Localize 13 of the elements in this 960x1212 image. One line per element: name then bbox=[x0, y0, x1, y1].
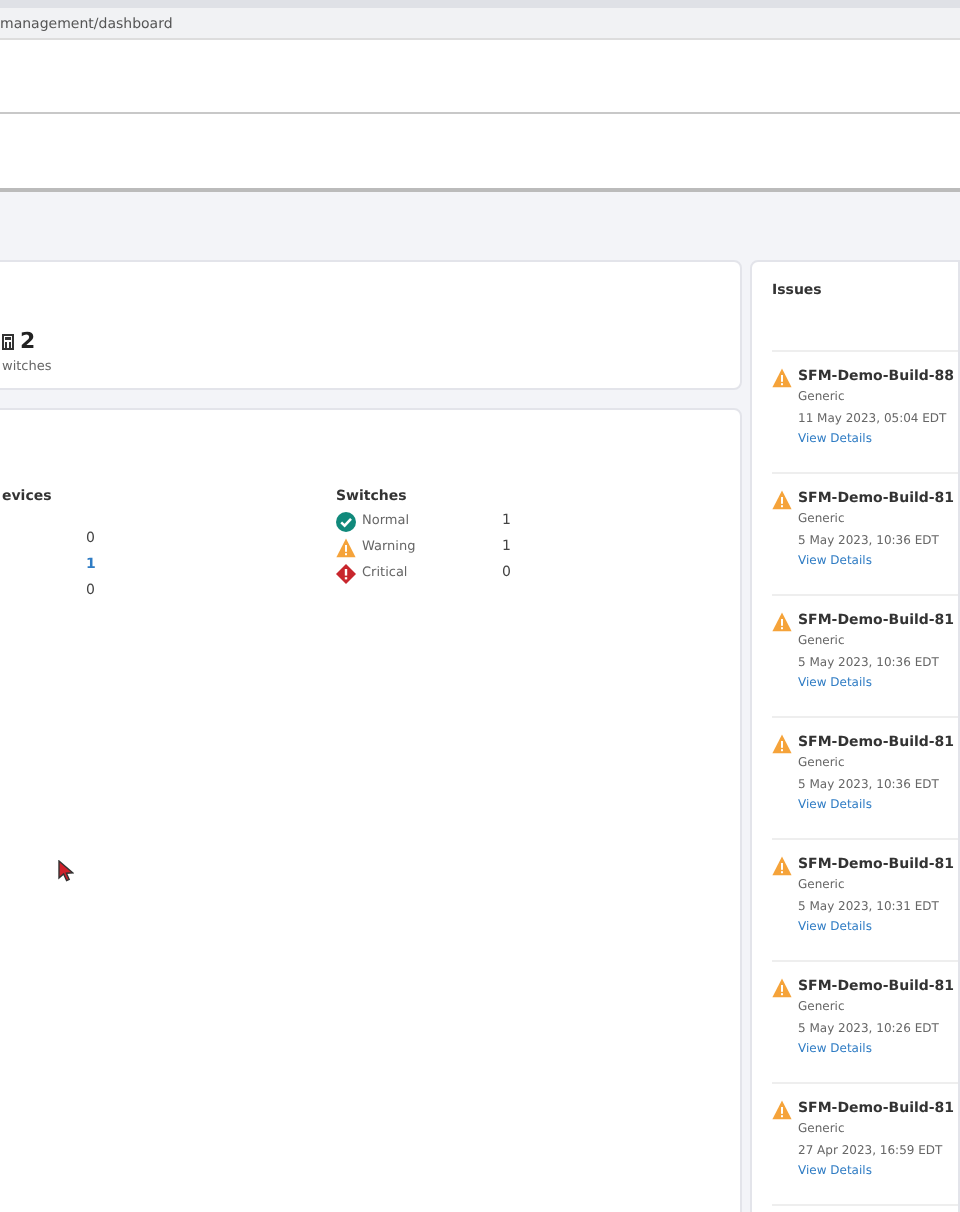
warning-icon bbox=[336, 538, 356, 558]
switch-count: 2 bbox=[20, 328, 36, 354]
check-circle-icon bbox=[336, 512, 356, 532]
warning-icon bbox=[772, 856, 792, 876]
warning-icon bbox=[772, 368, 792, 388]
warning-icon bbox=[772, 612, 792, 632]
warning-icon bbox=[772, 734, 792, 754]
warning-icon bbox=[772, 1100, 792, 1120]
switch-icon bbox=[2, 333, 14, 349]
warning-icon bbox=[772, 490, 792, 510]
critical-icon bbox=[336, 564, 356, 584]
warning-icon bbox=[772, 978, 792, 998]
cursor-icon bbox=[58, 860, 74, 882]
